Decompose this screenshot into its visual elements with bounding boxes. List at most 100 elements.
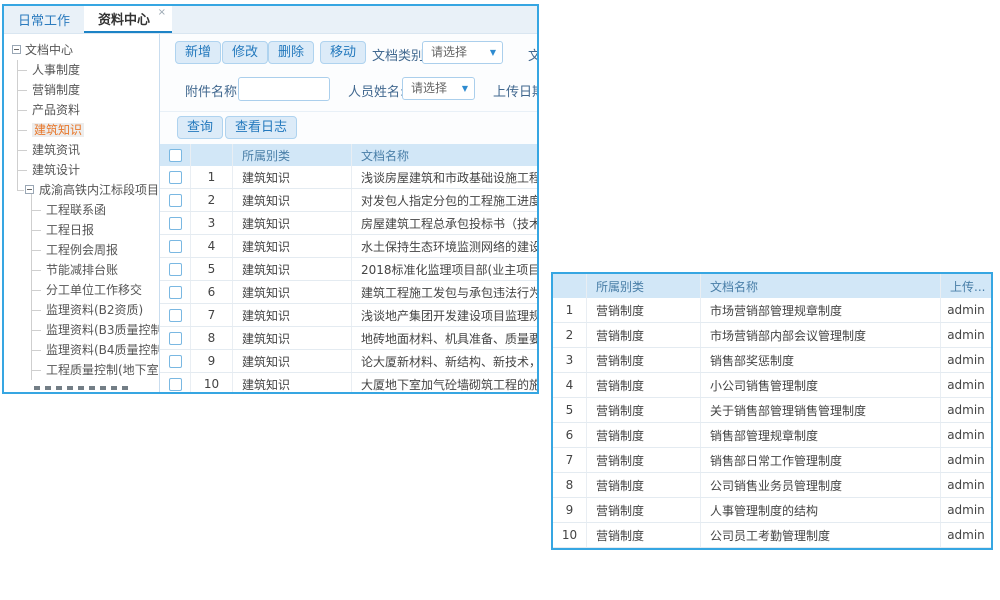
table-row[interactable]: 5营销制度关于销售部管理销售管理制度admin xyxy=(553,398,991,423)
tab-daily-work[interactable]: 日常工作 xyxy=(4,6,84,33)
table-row[interactable]: 6建筑知识建筑工程施工发包与承包违法行为认定... xyxy=(160,281,537,304)
tree-subitem[interactable]: 节能减排台账 xyxy=(4,260,159,280)
row-index: 2 xyxy=(553,323,587,347)
row-doc-name: 论大厦新材料、新结构、新技术，新工... xyxy=(352,350,537,372)
row-checkbox[interactable] xyxy=(169,263,182,276)
table-row[interactable]: 2建筑知识对发包人指定分包的工程施工进度安排... xyxy=(160,189,537,212)
tree-item-label: 建筑设计 xyxy=(32,163,80,177)
query-button[interactable]: 查询 xyxy=(177,116,223,139)
table-row[interactable]: 1营销制度市场营销部管理规章制度admin xyxy=(553,298,991,323)
row-checkbox[interactable] xyxy=(169,332,182,345)
toolbar-divider xyxy=(160,111,537,112)
tree-item[interactable]: 建筑资讯 xyxy=(4,140,159,160)
row-doc-name: 公司员工考勤管理制度 xyxy=(701,523,941,547)
select-all-checkbox[interactable] xyxy=(169,149,182,162)
tab-data-center[interactable]: 资料中心 × xyxy=(84,6,172,33)
move-button[interactable]: 移动 xyxy=(320,41,366,64)
tree-item-label: 产品资料 xyxy=(32,103,80,117)
tree-item[interactable]: 人事制度 xyxy=(4,60,159,80)
table-row[interactable]: 1建筑知识浅谈房屋建筑和市政基础设施工程施工... xyxy=(160,166,537,189)
row-checkbox-cell xyxy=(160,327,191,349)
tree-subitem[interactable]: 监理资料(B4质量控制) xyxy=(4,340,159,360)
doc-category-value: 请选择 xyxy=(431,45,467,59)
tree-item-label: 工程联系函 xyxy=(46,203,106,217)
tree-item[interactable]: 建筑设计 xyxy=(4,160,159,180)
view-log-button[interactable]: 查看日志 xyxy=(225,116,297,139)
attachment-name-input[interactable] xyxy=(238,77,330,101)
row-index: 4 xyxy=(191,235,233,257)
tree-subitem[interactable]: 工程例会周报 xyxy=(4,240,159,260)
tree-item[interactable]: 产品资料 xyxy=(4,100,159,120)
tree-subitem[interactable]: 工程质量控制(地下室) xyxy=(4,360,159,380)
row-doc-name: 市场营销部内部会议管理制度 xyxy=(701,323,941,347)
row-checkbox[interactable] xyxy=(169,309,182,322)
row-checkbox[interactable] xyxy=(169,240,182,253)
tree-item[interactable]: 建筑知识 xyxy=(4,120,159,140)
tree-subitem[interactable]: 工程联系函 xyxy=(4,200,159,220)
table-row[interactable]: 10建筑知识大厦地下室加气砼墙砌筑工程的施工方... xyxy=(160,373,537,392)
row-doc-name: 水土保持生态环境监测网络的建设与资... xyxy=(352,235,537,257)
tab-data-center-label: 资料中心 xyxy=(98,9,150,28)
delete-button[interactable]: 删除 xyxy=(268,41,314,64)
table-row[interactable]: 6营销制度销售部管理规章制度admin xyxy=(553,423,991,448)
row-checkbox[interactable] xyxy=(169,286,182,299)
table-row[interactable]: 9营销制度人事管理制度的结构admin xyxy=(553,498,991,523)
table-row[interactable]: 8营销制度公司销售业务员管理制度admin xyxy=(553,473,991,498)
table-row[interactable]: 7建筑知识浅谈地产集团开发建设项目监理规划编... xyxy=(160,304,537,327)
row-checkbox-cell xyxy=(160,350,191,372)
tree-subitem[interactable]: 监理资料(B2资质) xyxy=(4,300,159,320)
tree-subitem[interactable]: 监理资料(B3质量控制) xyxy=(4,320,159,340)
index-column-header xyxy=(191,144,233,166)
tree-subitem[interactable]: 分工单位工作移交 xyxy=(4,280,159,300)
table-row[interactable]: 8建筑知识地砖地面材料、机具准备、质量要求及... xyxy=(160,327,537,350)
row-checkbox-cell xyxy=(160,281,191,303)
collapse-icon[interactable] xyxy=(25,185,34,194)
table-row[interactable]: 2营销制度市场营销部内部会议管理制度admin xyxy=(553,323,991,348)
row-checkbox[interactable] xyxy=(169,355,182,368)
table-row[interactable]: 3营销制度销售部奖惩制度admin xyxy=(553,348,991,373)
tree-root-document-center[interactable]: 文档中心 xyxy=(4,40,159,60)
table-row[interactable]: 10营销制度公司员工考勤管理制度admin xyxy=(553,523,991,548)
row-uploader: admin xyxy=(941,398,991,422)
row-checkbox-cell xyxy=(160,258,191,280)
table-row[interactable]: 3建筑知识房屋建筑工程总承包投标书（技术标）... xyxy=(160,212,537,235)
row-category: 营销制度 xyxy=(587,423,701,447)
doc-category-select[interactable]: 请选择 ▼ xyxy=(422,41,503,64)
table-row[interactable]: 9建筑知识论大厦新材料、新结构、新技术，新工... xyxy=(160,350,537,373)
table-row[interactable]: 5建筑知识2018标准化监理项目部(业主项目部)人员... xyxy=(160,258,537,281)
row-category: 建筑知识 xyxy=(233,166,352,188)
tree-item-label: 人事制度 xyxy=(32,63,80,77)
row-category: 营销制度 xyxy=(587,373,701,397)
row-category: 建筑知识 xyxy=(233,350,352,372)
table-row[interactable]: 4建筑知识水土保持生态环境监测网络的建设与资... xyxy=(160,235,537,258)
row-doc-name: 小公司销售管理制度 xyxy=(701,373,941,397)
tree-subitem[interactable]: 工程日报 xyxy=(4,220,159,240)
tree-item-label: 营销制度 xyxy=(32,83,80,97)
table-row[interactable]: 4营销制度小公司销售管理制度admin xyxy=(553,373,991,398)
row-checkbox[interactable] xyxy=(169,171,182,184)
row-checkbox[interactable] xyxy=(169,194,182,207)
row-index: 5 xyxy=(191,258,233,280)
row-index: 8 xyxy=(191,327,233,349)
uploader-column-header: 上传... xyxy=(941,274,991,298)
row-doc-name: 关于销售部管理销售管理制度 xyxy=(701,398,941,422)
row-category: 营销制度 xyxy=(587,348,701,372)
row-category: 建筑知识 xyxy=(233,212,352,234)
table-row[interactable]: 7营销制度销售部日常工作管理制度admin xyxy=(553,448,991,473)
tree-subroot-project[interactable]: 成渝高铁内江标段项目 xyxy=(4,180,159,200)
row-checkbox[interactable] xyxy=(169,217,182,230)
row-index: 4 xyxy=(553,373,587,397)
row-uploader: admin xyxy=(941,473,991,497)
row-checkbox[interactable] xyxy=(169,378,182,391)
add-button[interactable]: 新增 xyxy=(175,41,221,64)
person-name-select[interactable]: 请选择 ▼ xyxy=(402,77,475,100)
tree-item-label: 分工单位工作移交 xyxy=(46,283,142,297)
row-uploader: admin xyxy=(941,523,991,547)
tree-item-label: 监理资料(B3质量控制) xyxy=(46,323,160,337)
row-index: 10 xyxy=(553,523,587,547)
modify-button[interactable]: 修改 xyxy=(222,41,268,64)
row-doc-name: 销售部管理规章制度 xyxy=(701,423,941,447)
tree-item[interactable]: 营销制度 xyxy=(4,80,159,100)
close-icon[interactable]: × xyxy=(158,8,166,18)
collapse-icon[interactable] xyxy=(12,45,21,54)
